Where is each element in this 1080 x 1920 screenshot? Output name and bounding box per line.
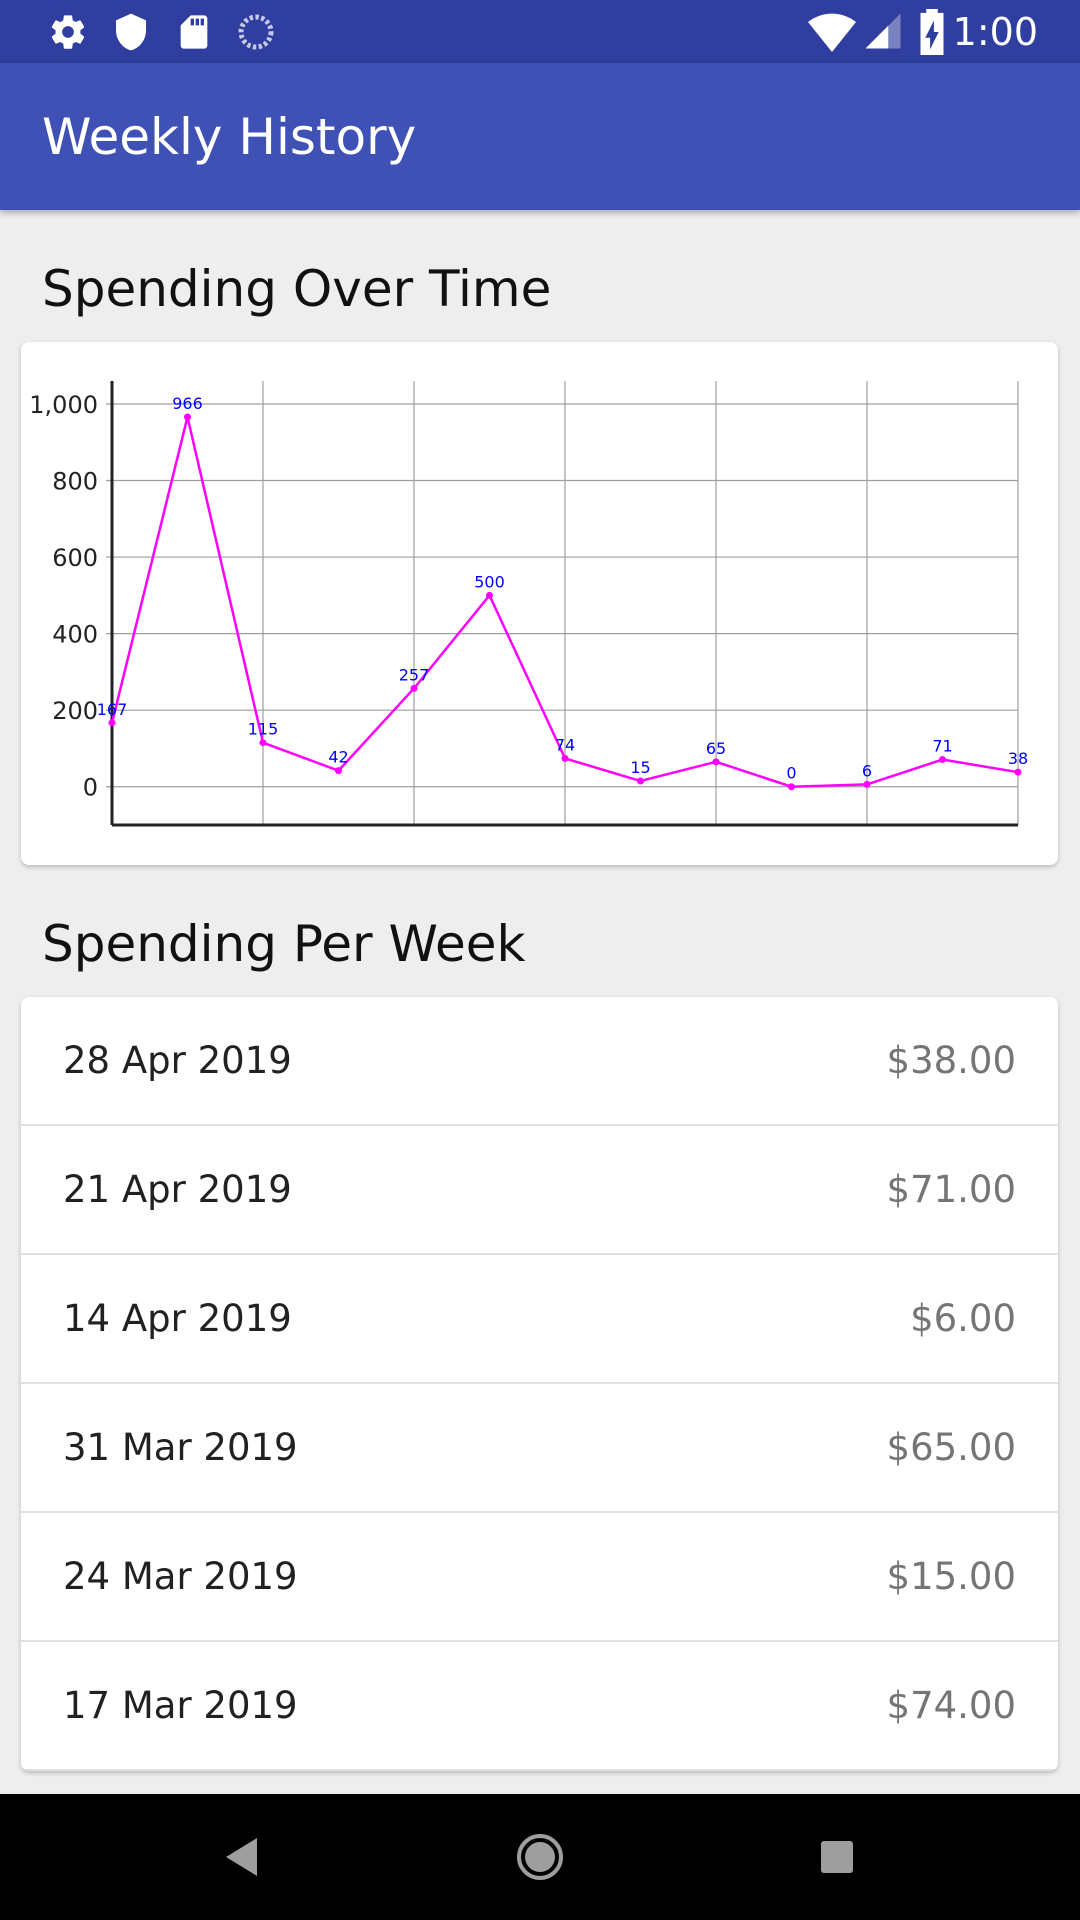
data-label: 115: [248, 720, 279, 739]
list-item[interactable]: 28 Apr 2019 $38.00: [21, 997, 1058, 1126]
data-point: [335, 767, 342, 775]
data-point: [788, 783, 795, 791]
data-point: [863, 780, 871, 788]
data-point: [637, 777, 644, 785]
data-point: [108, 719, 116, 727]
chart-section-title: Spending Over Time: [42, 260, 552, 318]
data-point: [486, 591, 493, 599]
data-label: 38: [1008, 749, 1028, 768]
data-label: 6: [862, 761, 872, 780]
battery-charging-icon: [920, 9, 944, 55]
spending-line-chart: 0 200 400 600 800 1,000 167 966 115 42 257 500 74 15 6…: [29, 381, 1028, 827]
recents-icon[interactable]: [757, 1794, 917, 1920]
week-date: 21 Apr 2019: [63, 1168, 292, 1211]
data-label: 167: [97, 700, 128, 719]
data-point: [410, 684, 418, 692]
data-label: 257: [399, 665, 430, 684]
list-section-title: Spending Per Week: [42, 915, 526, 973]
list-item[interactable]: 14 Apr 2019 $6.00: [21, 1255, 1058, 1384]
week-date: 28 Apr 2019: [63, 1039, 292, 1082]
week-date: 14 Apr 2019: [63, 1297, 292, 1340]
list-item[interactable]: 17 Mar 2019 $74.00: [21, 1642, 1058, 1771]
signal-icon: [865, 13, 901, 49]
week-date: 31 Mar 2019: [63, 1426, 298, 1469]
app-bar: Weekly History: [0, 63, 1080, 210]
data-label: 15: [630, 758, 650, 777]
y-tick-label: 600: [52, 544, 98, 572]
shield-icon: [116, 13, 146, 51]
data-label: 65: [706, 739, 726, 758]
sync-icon: [238, 14, 274, 50]
data-point: [1014, 768, 1022, 776]
data-label: 0: [786, 764, 796, 783]
week-date: 17 Mar 2019: [63, 1684, 298, 1727]
y-tick-label: 800: [52, 468, 98, 496]
data-label: 966: [172, 394, 203, 413]
data-label: 42: [328, 748, 348, 767]
back-icon[interactable]: [162, 1794, 322, 1920]
data-point: [259, 739, 267, 747]
week-amount: $6.00: [910, 1297, 1016, 1340]
page-title: Weekly History: [42, 108, 417, 166]
home-icon[interactable]: [460, 1794, 620, 1920]
status-bar: 1:00: [0, 0, 1080, 63]
week-amount: $71.00: [886, 1168, 1016, 1211]
status-clock: 1:00: [952, 10, 1038, 54]
list-item[interactable]: 21 Apr 2019 $71.00: [21, 1126, 1058, 1255]
week-amount: $74.00: [886, 1684, 1016, 1727]
wifi-icon: [808, 13, 856, 52]
data-label: 500: [474, 572, 505, 591]
chart-card: 0 200 400 600 800 1,000 167 966 115 42 257 500 74 15 6…: [21, 342, 1058, 865]
weekly-spending-list: 28 Apr 2019 $38.00 21 Apr 2019 $71.00 14…: [21, 997, 1058, 1771]
week-amount: $65.00: [886, 1426, 1016, 1469]
navigation-bar: [0, 1794, 1080, 1920]
y-tick-label: 0: [83, 774, 98, 802]
week-amount: $38.00: [886, 1039, 1016, 1082]
list-item[interactable]: 31 Mar 2019 $65.00: [21, 1384, 1058, 1513]
week-amount: $15.00: [886, 1555, 1016, 1598]
settings-icon: [51, 15, 85, 49]
data-label: 74: [555, 735, 575, 754]
data-label: 71: [932, 737, 952, 756]
data-point: [184, 413, 191, 421]
data-point: [939, 756, 946, 764]
sd-card-icon: [180, 15, 208, 49]
data-point: [712, 758, 720, 766]
list-item[interactable]: 24 Mar 2019 $15.00: [21, 1513, 1058, 1642]
y-tick-label: 400: [52, 621, 98, 649]
week-date: 24 Mar 2019: [63, 1555, 298, 1598]
y-tick-label: 1,000: [29, 391, 98, 419]
y-tick-label: 200: [52, 697, 98, 725]
data-point: [561, 754, 569, 762]
